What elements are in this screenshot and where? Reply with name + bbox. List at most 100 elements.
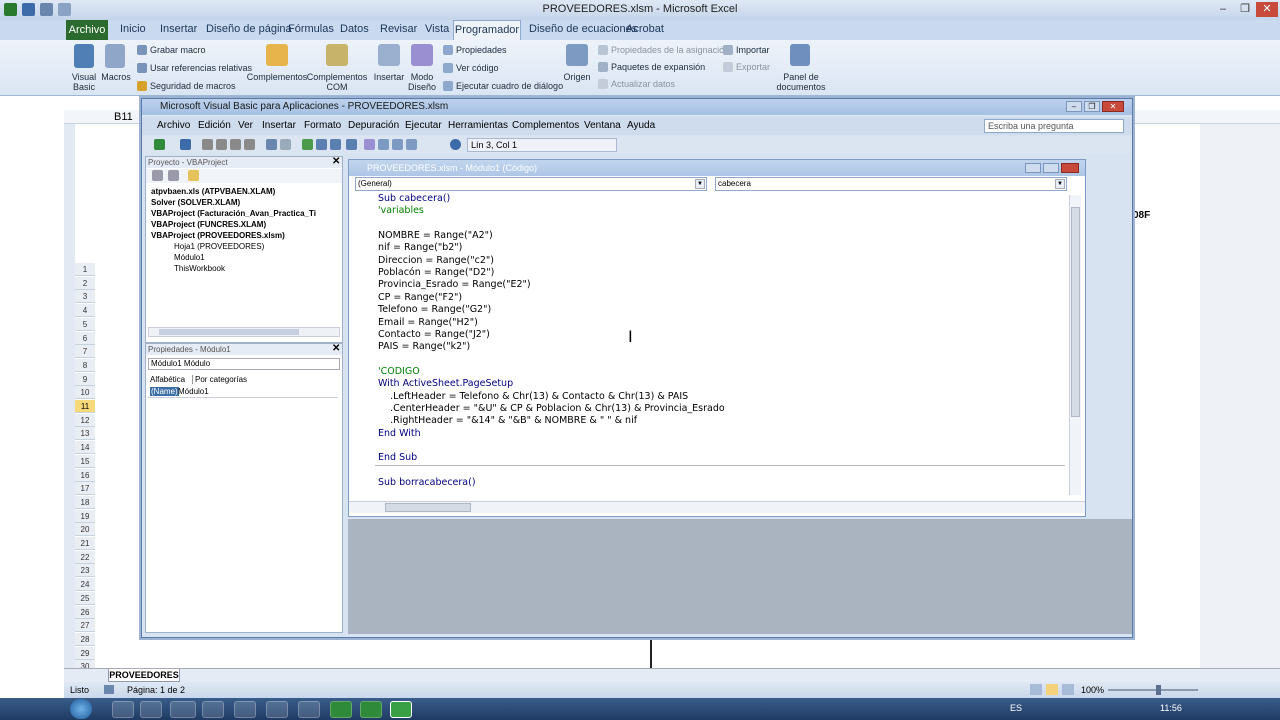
view-code-icon[interactable] — [152, 170, 163, 181]
tab-por-categorias[interactable]: Por categorías — [192, 375, 247, 384]
tree-item-solver[interactable]: Solver (SOLVER.XLAM) — [151, 198, 240, 207]
menu-formato[interactable]: Formato — [304, 120, 341, 131]
tab-diseno-ecuaciones[interactable]: Diseño de ecuaciones — [529, 23, 637, 35]
chevron-down-icon[interactable]: ▼ — [695, 179, 705, 189]
menu-ver[interactable]: Ver — [238, 120, 253, 131]
row-header[interactable]: 7 — [75, 345, 95, 359]
vba-editor-window[interactable]: Microsoft Visual Basic para Aplicaciones… — [141, 98, 1133, 638]
taskbar-app-icon[interactable] — [266, 701, 288, 718]
object-combo[interactable]: (General) ▼ — [355, 177, 707, 191]
code-line[interactable]: 'variables — [378, 205, 424, 217]
code-hscroll[interactable] — [349, 501, 1085, 513]
tree-item-atpvbaen[interactable]: atpvbaen.xls (ATPVBAEN.XLAM) — [151, 187, 275, 196]
row-header[interactable]: 24 — [75, 578, 95, 592]
menu-ayuda[interactable]: Ayuda — [627, 120, 655, 131]
code-window[interactable]: PROVEEDORES.xlsm - Módulo1 (Código) (Gen… — [348, 159, 1086, 517]
design-mode-button[interactable]: Modo Diseño — [406, 72, 438, 92]
code-line[interactable]: Sub cabecera() — [378, 193, 450, 205]
tree-item-facturacion[interactable]: VBAProject (Facturación_Avan_Practica_Ti — [151, 209, 316, 218]
row-header[interactable]: 12 — [75, 413, 95, 427]
row-header[interactable]: 16 — [75, 468, 95, 482]
menu-depuracion[interactable]: Depuración — [348, 120, 399, 131]
project-hscroll[interactable] — [148, 327, 340, 337]
zoom-slider[interactable] — [1108, 689, 1198, 691]
row-header[interactable]: 18 — [75, 495, 95, 509]
tab-diseno-pagina[interactable]: Diseño de página — [206, 23, 292, 35]
tab-insertar[interactable]: Insertar — [160, 23, 197, 35]
insert-controls-button[interactable]: Insertar — [372, 72, 406, 82]
row-header[interactable]: 28 — [75, 632, 95, 646]
menu-edicion[interactable]: Edición — [198, 120, 231, 131]
row-header[interactable]: 25 — [75, 591, 95, 605]
pause-icon[interactable] — [316, 139, 327, 150]
view-excel-icon[interactable] — [154, 139, 165, 150]
page-break-view-icon[interactable] — [1062, 684, 1074, 695]
refresh-data-button[interactable]: Actualizar datos — [611, 79, 675, 89]
row-header[interactable]: 17 — [75, 482, 95, 496]
menu-herramientas[interactable]: Herramientas — [448, 120, 508, 131]
tab-datos[interactable]: Datos — [340, 23, 369, 35]
property-name-value[interactable]: Módulo1 — [178, 387, 209, 396]
taskbar-excel-active-icon[interactable] — [390, 701, 412, 718]
row-header[interactable]: 23 — [75, 564, 95, 578]
vba-minimize-icon[interactable]: – — [1066, 101, 1082, 112]
close-icon[interactable]: ✕ — [1256, 2, 1278, 17]
taskbar-excel-icon[interactable] — [330, 701, 352, 718]
properties-object-select[interactable]: Módulo1 Módulo — [148, 358, 340, 370]
normal-view-icon[interactable] — [1030, 684, 1042, 695]
code-line[interactable]: Sub borracabecera() — [378, 477, 476, 489]
design-mode-icon[interactable] — [346, 139, 357, 150]
code-line[interactable]: .RightHeader = "&14" & "&B" & NOMBRE & "… — [378, 415, 637, 427]
taskbar-clock[interactable]: 11:56 — [1160, 703, 1182, 713]
export-button[interactable]: Exportar — [736, 62, 770, 72]
document-panel-button[interactable]: Panel de documentos — [772, 72, 830, 92]
code-line[interactable]: Email = Range("H2") — [378, 317, 478, 329]
com-addins-button[interactable]: Complementos COM — [306, 72, 368, 92]
project-close-icon[interactable]: ✕ — [332, 156, 340, 167]
redo-icon[interactable] — [280, 139, 291, 150]
row-header[interactable]: 8 — [75, 358, 95, 372]
code-line[interactable]: PAIS = Range("k2") — [378, 341, 470, 353]
menu-insertar[interactable]: Insertar — [262, 120, 296, 131]
code-line[interactable]: Provincia_Esrado = Range("E2") — [378, 279, 531, 291]
tab-formulas[interactable]: Fórmulas — [288, 23, 334, 35]
code-line[interactable]: End Sub — [378, 452, 417, 464]
code-line[interactable]: nif = Range("b2") — [378, 242, 462, 254]
row-header[interactable]: 15 — [75, 454, 95, 468]
tab-inicio[interactable]: Inicio — [120, 23, 146, 35]
taskbar-app-icon[interactable] — [298, 701, 320, 718]
row-header[interactable]: 3 — [75, 290, 95, 304]
row-header[interactable]: 4 — [75, 304, 95, 318]
properties-button[interactable]: Propiedades — [456, 45, 507, 55]
undo-icon[interactable] — [266, 139, 277, 150]
code-close-icon[interactable] — [1061, 163, 1079, 173]
tab-alfabetica[interactable]: Alfabética — [150, 375, 185, 384]
row-header[interactable]: 20 — [75, 523, 95, 537]
menu-ejecutar[interactable]: Ejecutar — [405, 120, 442, 131]
tree-item-modulo1[interactable]: Módulo1 — [174, 253, 205, 262]
properties-window[interactable]: Propiedades - Módulo1 ✕ Módulo1 Módulo A… — [145, 343, 343, 633]
addins-button[interactable]: Complementos — [246, 72, 308, 82]
code-line[interactable]: Contacto = Range("J2") — [378, 329, 490, 341]
toggle-folders-icon[interactable] — [188, 170, 199, 181]
run-icon[interactable] — [302, 139, 313, 150]
code-vscroll[interactable] — [1069, 195, 1081, 495]
name-box[interactable]: B11 — [62, 110, 142, 124]
project-explorer[interactable]: Proyecto - VBAProject ✕ atpvbaen.xls (AT… — [145, 156, 343, 343]
code-line[interactable]: CP = Range("F2") — [378, 292, 462, 304]
menu-archivo[interactable]: Archivo — [157, 120, 190, 131]
language-indicator[interactable]: ES — [1010, 703, 1022, 713]
row-header[interactable]: 11 — [75, 400, 95, 413]
tree-item-proveedores[interactable]: VBAProject (PROVEEDORES.xlsm) — [151, 231, 285, 240]
view-code-button[interactable]: Ver código — [456, 63, 499, 73]
vba-restore-icon[interactable]: ❐ — [1084, 101, 1100, 112]
import-button[interactable]: Importar — [736, 45, 770, 55]
macros-button[interactable]: Macros — [98, 72, 134, 82]
row-header[interactable]: 2 — [75, 276, 95, 290]
cut-icon[interactable] — [202, 139, 213, 150]
project-explorer-icon[interactable] — [364, 139, 375, 150]
code-line[interactable]: With ActiveSheet.PageSetup — [378, 378, 513, 390]
code-line[interactable]: .LeftHeader = Telefono & Chr(13) & Conta… — [378, 391, 688, 403]
row-header[interactable]: 5 — [75, 317, 95, 331]
minimize-icon[interactable]: – — [1212, 2, 1234, 17]
